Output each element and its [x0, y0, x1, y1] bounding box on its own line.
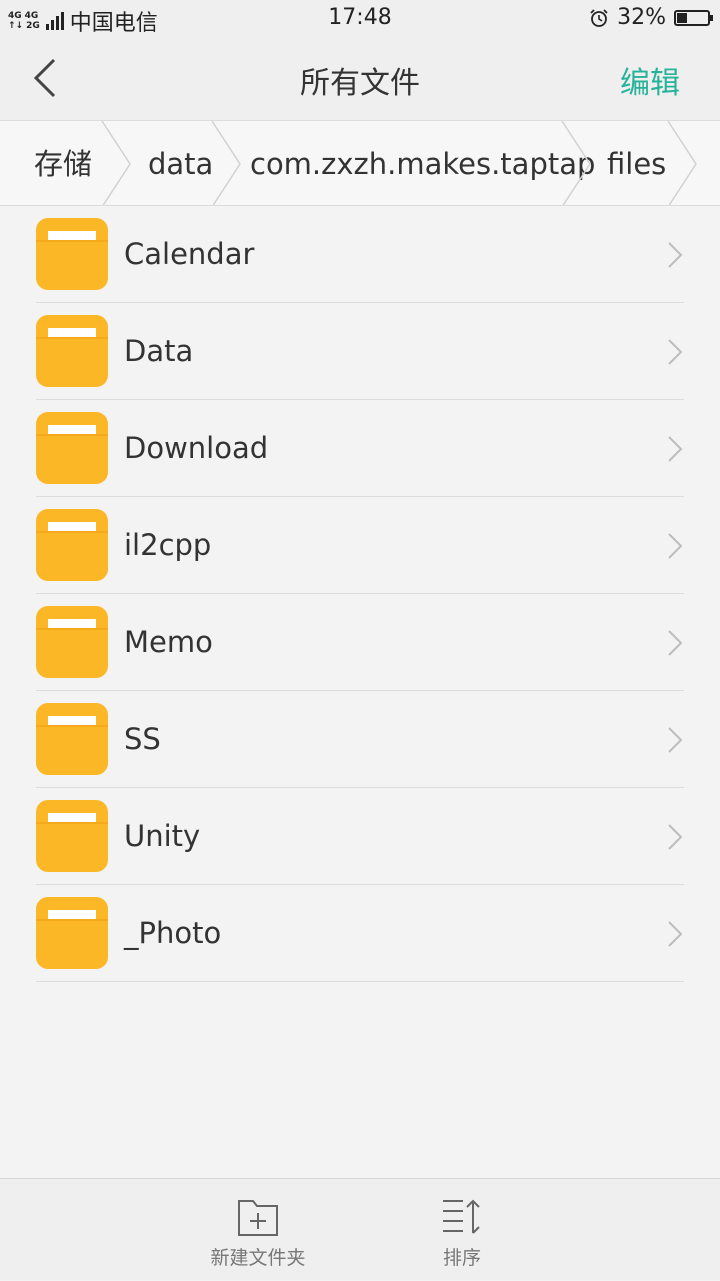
folder-row[interactable]: Calendar: [0, 206, 720, 303]
alarm-icon: [590, 8, 608, 27]
folder-name: Memo: [124, 625, 213, 659]
breadcrumb-item-storage[interactable]: 存储: [34, 121, 92, 205]
chevron-right-icon: [668, 339, 683, 365]
folder-icon: [36, 800, 108, 872]
breadcrumb-item-package[interactable]: com.zxzh.makes.taptap: [250, 121, 595, 205]
title-bar: 所有文件 编辑: [0, 38, 720, 120]
chevron-right-icon: [668, 242, 683, 268]
breadcrumb-separator-icon: [101, 121, 131, 205]
folder-name: SS: [124, 722, 161, 756]
folder-row[interactable]: Memo: [0, 594, 720, 691]
breadcrumb-separator-icon: [667, 121, 697, 205]
folder-name: Download: [124, 431, 269, 465]
folder-name: Unity: [124, 819, 201, 853]
folder-icon: [36, 412, 108, 484]
page-title: 所有文件: [300, 66, 420, 101]
folder-row[interactable]: il2cpp: [0, 497, 720, 594]
chevron-right-icon: [668, 921, 683, 947]
folder-row[interactable]: Data: [0, 303, 720, 400]
folder-icon: [36, 315, 108, 387]
new-folder-label: 新建文件夹: [210, 1247, 306, 1269]
status-bar: 4G 4G ↑↓ 2G 中国电信 17:48 32%: [0, 0, 720, 38]
edit-button[interactable]: 编辑: [620, 58, 680, 102]
folder-icon: [36, 509, 108, 581]
folder-name: Calendar: [124, 237, 255, 271]
status-right: 32%: [589, 5, 713, 30]
sort-icon: [443, 1199, 480, 1234]
breadcrumb-separator-icon: [211, 121, 241, 205]
folder-name: _Photo: [124, 916, 222, 950]
folder-list: Calendar Data Download il2cpp Memo SS Un…: [0, 206, 720, 982]
chevron-right-icon: [668, 436, 683, 462]
folder-icon: [36, 897, 108, 969]
chevron-right-icon: [668, 824, 683, 850]
folder-icon: [36, 218, 108, 290]
folder-name: Data: [124, 334, 194, 368]
breadcrumb-item-files[interactable]: files: [607, 121, 666, 205]
sort-button[interactable]: 排序: [372, 1179, 552, 1281]
battery-icon: [674, 9, 713, 26]
breadcrumb-item-data[interactable]: data: [148, 121, 213, 205]
chevron-right-icon: [668, 727, 683, 753]
row-divider: [36, 981, 684, 982]
folder-icon: [36, 703, 108, 775]
bottom-toolbar: 新建文件夹 排序: [0, 1178, 720, 1280]
new-folder-icon: [238, 1200, 278, 1236]
breadcrumb: 存储 data com.zxzh.makes.taptap files: [0, 120, 720, 206]
chevron-right-icon: [668, 630, 683, 656]
folder-row[interactable]: Unity: [0, 788, 720, 885]
chevron-right-icon: [668, 533, 683, 559]
breadcrumb-separator-icon: [561, 121, 591, 205]
battery-percent: 32%: [617, 5, 666, 30]
battery-level: [677, 12, 687, 23]
folder-icon: [36, 606, 108, 678]
folder-row[interactable]: _Photo: [0, 885, 720, 982]
new-folder-button[interactable]: 新建文件夹: [168, 1179, 348, 1281]
folder-row[interactable]: SS: [0, 691, 720, 788]
folder-name: il2cpp: [124, 528, 212, 562]
folder-row[interactable]: Download: [0, 400, 720, 497]
sort-label: 排序: [442, 1247, 481, 1269]
